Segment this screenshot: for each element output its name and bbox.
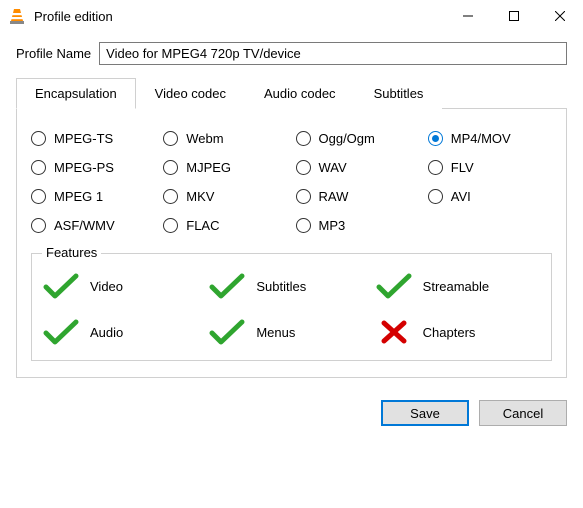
check-icon — [208, 272, 246, 300]
feature-label: Streamable — [423, 279, 489, 294]
radio-circle-icon — [428, 189, 443, 204]
radio-circle-icon — [428, 160, 443, 175]
close-button[interactable] — [537, 0, 583, 32]
radio-webm[interactable]: Webm — [163, 131, 287, 146]
profile-name-input[interactable] — [99, 42, 567, 65]
radio-label: MPEG-TS — [54, 131, 113, 146]
features-legend: Features — [42, 245, 101, 260]
feature-video: Video — [42, 272, 208, 300]
radio-circle-icon — [163, 189, 178, 204]
feature-label: Chapters — [423, 325, 476, 340]
radio-asf-wmv[interactable]: ASF/WMV — [31, 218, 155, 233]
radio-circle-icon — [31, 131, 46, 146]
minimize-button[interactable] — [445, 0, 491, 32]
feature-label: Subtitles — [256, 279, 306, 294]
radio-circle-icon — [163, 131, 178, 146]
radio-flv[interactable]: FLV — [428, 160, 552, 175]
radio-mp3[interactable]: MP3 — [296, 218, 420, 233]
save-button[interactable]: Save — [381, 400, 469, 426]
radio-circle-icon — [31, 160, 46, 175]
radio-circle-icon — [31, 189, 46, 204]
radio-label: Ogg/Ogm — [319, 131, 375, 146]
radio-label: MPEG 1 — [54, 189, 103, 204]
profile-name-label: Profile Name — [16, 46, 91, 61]
radio-label: MJPEG — [186, 160, 231, 175]
feature-streamable: Streamable — [375, 272, 541, 300]
radio-label: MKV — [186, 189, 214, 204]
radio-label: ASF/WMV — [54, 218, 115, 233]
radio-circle-icon — [296, 189, 311, 204]
tab-video-codec[interactable]: Video codec — [136, 78, 245, 109]
radio-circle-icon — [296, 131, 311, 146]
radio-circle-icon — [428, 131, 443, 146]
radio-label: MPEG-PS — [54, 160, 114, 175]
radio-label: FLAC — [186, 218, 219, 233]
radio-label: WAV — [319, 160, 347, 175]
check-icon — [42, 318, 80, 346]
radio-wav[interactable]: WAV — [296, 160, 420, 175]
radio-label: MP4/MOV — [451, 131, 511, 146]
radio-flac[interactable]: FLAC — [163, 218, 287, 233]
radio-circle-icon — [296, 218, 311, 233]
tab-subtitles[interactable]: Subtitles — [355, 78, 443, 109]
radio-mpeg-ps[interactable]: MPEG-PS — [31, 160, 155, 175]
feature-audio: Audio — [42, 318, 208, 346]
radio-mpeg-ts[interactable]: MPEG-TS — [31, 131, 155, 146]
check-icon — [375, 272, 413, 300]
feature-menus: Menus — [208, 318, 374, 346]
feature-label: Audio — [90, 325, 123, 340]
window-title: Profile edition — [34, 9, 445, 24]
radio-circle-icon — [31, 218, 46, 233]
radio-mkv[interactable]: MKV — [163, 189, 287, 204]
radio-label: AVI — [451, 189, 471, 204]
check-icon — [42, 272, 80, 300]
tab-encapsulation[interactable]: Encapsulation — [16, 78, 136, 109]
radio-raw[interactable]: RAW — [296, 189, 420, 204]
radio-mjpeg[interactable]: MJPEG — [163, 160, 287, 175]
vlc-icon — [8, 7, 26, 25]
maximize-button[interactable] — [491, 0, 537, 32]
feature-chapters: Chapters — [375, 318, 541, 346]
feature-label: Video — [90, 279, 123, 294]
radio-ogg-ogm[interactable]: Ogg/Ogm — [296, 131, 420, 146]
radio-label: Webm — [186, 131, 223, 146]
radio-label: MP3 — [319, 218, 346, 233]
cross-icon — [375, 318, 413, 346]
tab-bar: EncapsulationVideo codecAudio codecSubti… — [16, 77, 567, 109]
check-icon — [208, 318, 246, 346]
feature-subtitles: Subtitles — [208, 272, 374, 300]
radio-mp4-mov[interactable]: MP4/MOV — [428, 131, 552, 146]
cancel-button[interactable]: Cancel — [479, 400, 567, 426]
radio-circle-icon — [296, 160, 311, 175]
titlebar: Profile edition — [0, 0, 583, 32]
features-group: Features VideoSubtitlesStreamableAudioMe… — [31, 253, 552, 361]
radio-circle-icon — [163, 218, 178, 233]
tab-panel-encapsulation: MPEG-TS Webm Ogg/Ogm MP4/MOV MPEG-PS MJPEG WAV… — [16, 109, 567, 378]
radio-circle-icon — [163, 160, 178, 175]
feature-label: Menus — [256, 325, 295, 340]
radio-label: FLV — [451, 160, 474, 175]
tab-audio-codec[interactable]: Audio codec — [245, 78, 355, 109]
radio-label: RAW — [319, 189, 349, 204]
radio-mpeg-1[interactable]: MPEG 1 — [31, 189, 155, 204]
radio-avi[interactable]: AVI — [428, 189, 552, 204]
